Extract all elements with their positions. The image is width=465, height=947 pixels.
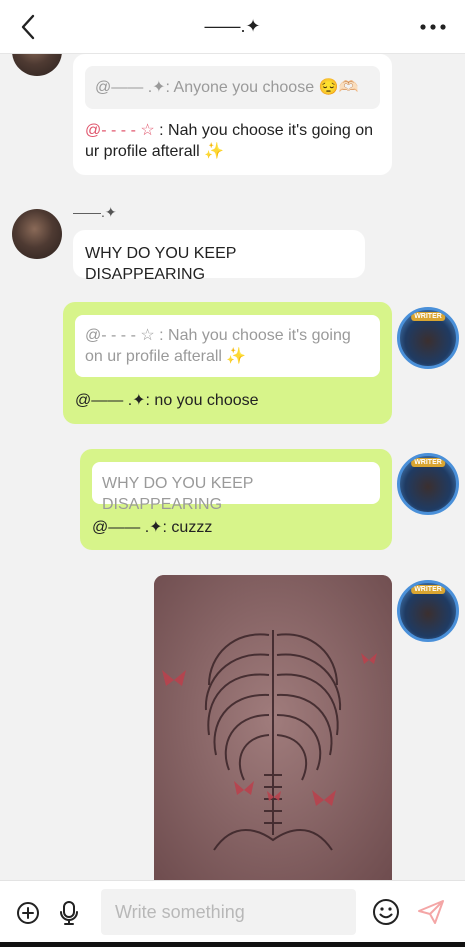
chat-title[interactable]: ——.✦ xyxy=(0,16,465,37)
message-text: @—— .✦: cuzzz xyxy=(92,519,213,536)
writer-badge: WRITER xyxy=(411,312,445,321)
message-text: @- - - - ☆ : Nah you choose it's going o… xyxy=(85,120,380,162)
message-bubble[interactable]: @- - - - ☆ : Nah you choose it's going o… xyxy=(63,302,392,424)
writer-badge: WRITER xyxy=(411,458,445,467)
message-bubble[interactable]: WHY DO YOU KEEP DISAPPEARING @—— .✦: cuz… xyxy=(80,449,392,550)
avatar-self[interactable]: WRITER xyxy=(397,453,459,515)
image-message[interactable] xyxy=(154,575,392,880)
sender-name[interactable]: ——.✦ xyxy=(73,204,117,221)
avatar-self[interactable]: WRITER xyxy=(397,580,459,642)
avatar-self[interactable]: WRITER xyxy=(397,307,459,369)
message-text: WHY DO YOU KEEP DISAPPEARING xyxy=(85,245,237,283)
message-bubble[interactable]: WHY DO YOU KEEP DISAPPEARING xyxy=(73,230,365,283)
microphone-icon[interactable] xyxy=(58,900,80,926)
ribcage-drawing xyxy=(154,575,392,880)
plus-circle-icon[interactable] xyxy=(16,901,40,925)
emoji-smile-icon[interactable] xyxy=(372,898,400,926)
avatar[interactable] xyxy=(12,54,62,76)
message-bubble[interactable]: @—— .✦: Anyone you choose 😔🫶🏻 @- - - - ☆… xyxy=(73,54,392,175)
message-input[interactable] xyxy=(101,889,356,935)
avatar[interactable] xyxy=(12,209,62,259)
message-list[interactable]: @—— .✦: Anyone you choose 😔🫶🏻 @- - - - ☆… xyxy=(0,54,465,880)
message-text: @—— .✦: no you choose xyxy=(75,392,259,409)
mention[interactable]: @- - - - ☆ xyxy=(85,122,155,139)
quoted-message[interactable]: @- - - - ☆ : Nah you choose it's going o… xyxy=(75,315,380,377)
writer-badge: WRITER xyxy=(411,585,445,594)
more-dots-icon[interactable] xyxy=(419,20,447,34)
quoted-message[interactable]: WHY DO YOU KEEP DISAPPEARING xyxy=(92,462,380,513)
system-nav-strip xyxy=(0,942,465,947)
quoted-message[interactable]: @—— .✦: Anyone you choose 😔🫶🏻 xyxy=(85,66,380,109)
chat-header: ——.✦ xyxy=(0,0,465,54)
send-icon[interactable] xyxy=(417,899,445,925)
composer-bar xyxy=(0,880,465,942)
